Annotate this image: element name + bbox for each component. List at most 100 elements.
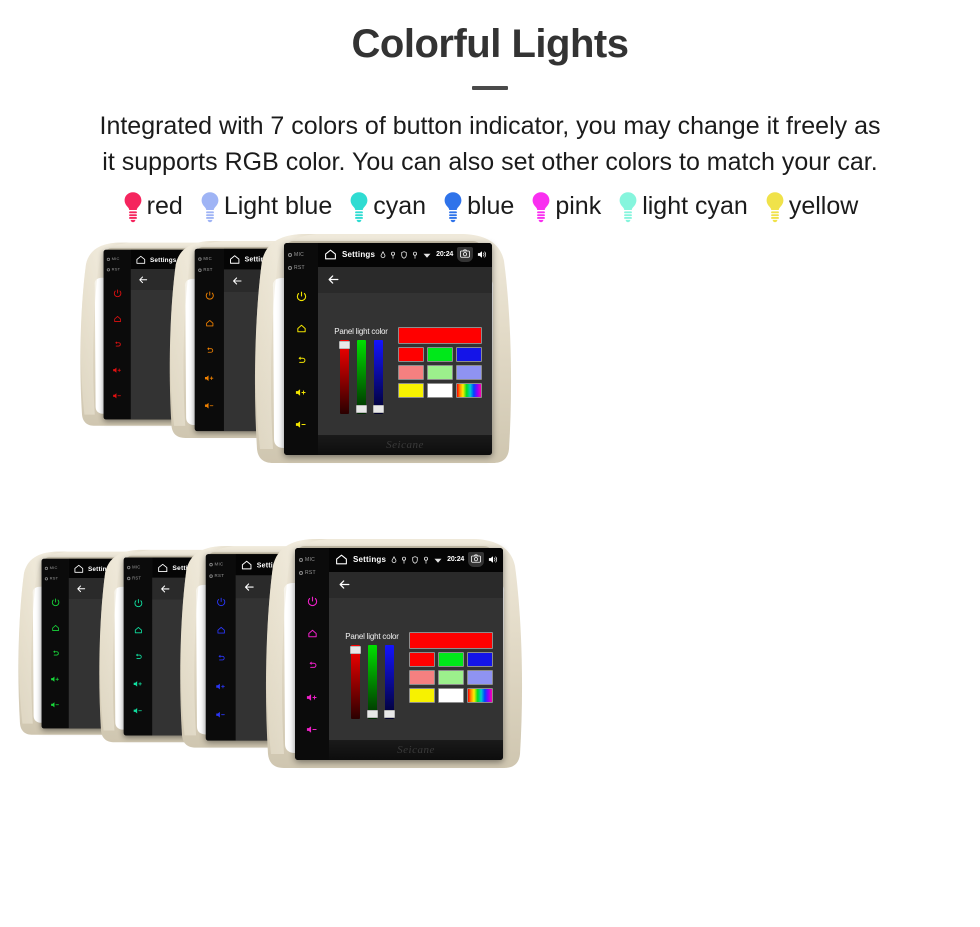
back-button[interactable] [42,642,69,663]
touch-screen[interactable]: Settings 20:24 Panel light color [318,242,492,455]
back-button[interactable] [104,333,131,354]
home-button[interactable] [195,311,224,333]
volume-down-button[interactable] [42,694,69,715]
reset-button[interactable]: RST [284,265,318,271]
home-button[interactable] [284,316,318,342]
reset-button[interactable]: RST [104,267,131,272]
head-unit-face: MIC RST Settings 20:24 Panel light color Seic… [284,242,492,455]
page-title: Colorful Lights [351,22,629,66]
swatch[interactable] [398,364,424,380]
swatch-rainbow[interactable] [467,687,493,703]
swatch-row [409,687,493,703]
panel-light-color-pane: Panel light color [334,326,482,414]
back-arrow-icon[interactable] [338,578,351,591]
power-button[interactable] [195,284,224,306]
green-slider-thumb[interactable] [366,709,378,718]
volume-up-button[interactable] [104,359,131,380]
blue-slider-thumb[interactable] [383,709,395,718]
hard-key-strip: MIC RST [123,556,153,736]
power-button[interactable] [124,591,153,613]
speaker-icon[interactable] [477,250,487,259]
reset-button[interactable]: RST [42,576,69,581]
volume-up-button[interactable] [284,380,318,406]
volume-up-button[interactable] [195,366,224,388]
swatch[interactable] [456,346,482,362]
volume-up-button[interactable] [124,672,153,694]
swatch[interactable] [456,364,482,380]
volume-up-button[interactable] [42,668,69,689]
home-button[interactable] [206,618,236,641]
home-button[interactable] [295,621,329,647]
swatch[interactable] [398,382,424,398]
home-button[interactable] [104,308,131,329]
mic-indicator: MIC [295,557,329,563]
volume-down-button[interactable] [104,385,131,406]
power-button[interactable] [104,282,131,303]
volume-up-button[interactable] [295,685,329,711]
page-description: Integrated with 7 colors of button indic… [30,108,950,181]
reset-button[interactable]: RST [124,575,153,580]
back-button[interactable] [295,653,329,679]
home-icon[interactable] [136,254,146,264]
legend-item: light cyan [609,191,756,223]
bulb-icon [764,191,786,223]
red-slider[interactable] [338,339,350,414]
green-slider[interactable] [355,339,367,414]
swatch[interactable] [438,687,464,703]
volume-down-button[interactable] [195,394,224,416]
swatch[interactable] [467,651,493,667]
location-icon [380,250,386,259]
legend-item: cyan [340,191,434,223]
volume-up-button[interactable] [206,674,236,697]
home-button[interactable] [42,617,69,638]
red-slider-thumb[interactable] [349,645,361,654]
stereo-group-top: MICRSTSettings20:24MICRSTSettings20:24MI… [0,227,980,527]
power-button[interactable] [42,591,69,612]
volume-down-button[interactable] [295,717,329,743]
swatch[interactable] [427,382,453,398]
swatch[interactable] [467,669,493,685]
swatch[interactable] [409,687,435,703]
swatch[interactable] [438,651,464,667]
back-button[interactable] [284,348,318,374]
reset-button[interactable]: RST [206,573,236,578]
back-button[interactable] [206,646,236,669]
reset-button[interactable]: RST [295,570,329,576]
back-arrow-icon[interactable] [138,274,148,284]
back-button[interactable] [195,339,224,361]
blue-slider[interactable] [383,644,395,719]
camera-icon[interactable] [468,552,485,567]
legend-label: red [146,192,183,220]
home-button[interactable] [124,618,153,640]
blue-slider-thumb[interactable] [372,404,384,413]
power-button[interactable] [284,284,318,310]
back-button[interactable] [124,645,153,667]
location-icon [391,555,397,564]
panel-light-color-pane: Panel light color [345,631,493,719]
touch-screen[interactable]: Settings 20:24 Panel light color [329,547,503,760]
camera-icon[interactable] [457,247,474,262]
swatch[interactable] [409,669,435,685]
swatch[interactable] [427,364,453,380]
home-icon[interactable] [335,553,348,566]
power-button[interactable] [295,589,329,615]
hard-key-strip: MIC RST [295,547,329,760]
swatch[interactable] [409,651,435,667]
speaker-icon[interactable] [488,555,498,564]
home-icon[interactable] [324,248,337,261]
swatch[interactable] [398,346,424,362]
green-slider[interactable] [366,644,378,719]
blue-slider[interactable] [372,339,384,414]
green-slider-thumb[interactable] [355,404,367,413]
volume-down-button[interactable] [124,699,153,721]
reset-button[interactable]: RST [195,267,224,272]
swatch[interactable] [427,346,453,362]
red-slider[interactable] [349,644,361,719]
back-arrow-icon[interactable] [327,273,340,286]
volume-down-button[interactable] [284,412,318,438]
swatch[interactable] [438,669,464,685]
swatch-rainbow[interactable] [456,382,482,398]
power-button[interactable] [206,590,236,613]
red-slider-thumb[interactable] [338,340,350,349]
volume-down-button[interactable] [206,702,236,725]
